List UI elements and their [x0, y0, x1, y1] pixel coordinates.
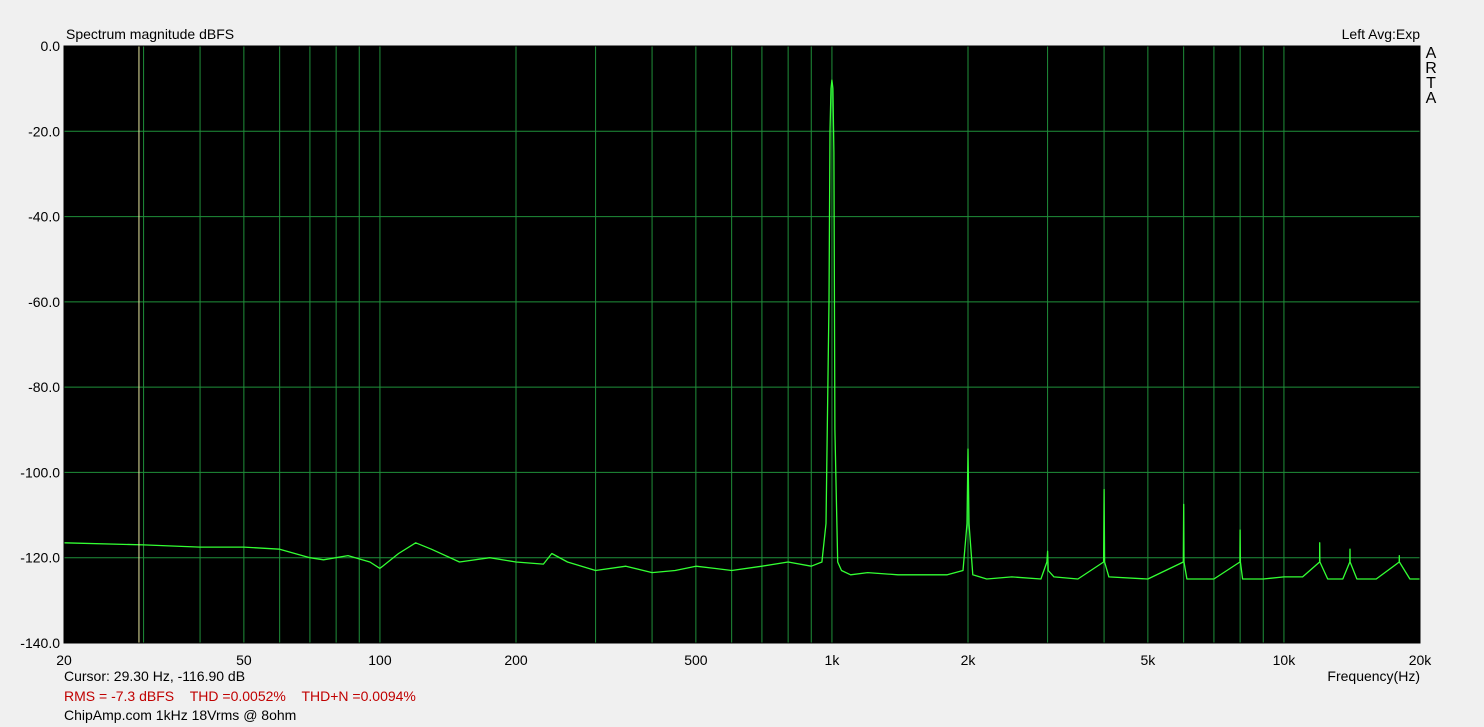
measurement-caption: ChipAmp.com 1kHz 18Vrms @ 8ohm: [64, 707, 297, 723]
x-tick-label: 10k: [1273, 652, 1297, 668]
x-tick-label: 50: [236, 652, 252, 668]
rms-readout: RMS = -7.3 dBFS: [64, 688, 175, 704]
x-tick-label: 1k: [825, 652, 841, 668]
y-tick-label: -140.0: [20, 635, 60, 651]
cursor-readout: Cursor: 29.30 Hz, -116.90 dB: [64, 668, 246, 684]
x-tick-label: 500: [684, 652, 708, 668]
y-tick-label: -80.0: [28, 379, 60, 395]
plot-area: [64, 46, 1420, 643]
x-tick-label: 20: [56, 652, 72, 668]
x-tick-label: 20k: [1409, 652, 1433, 668]
thdn-readout: THD+N =0.0094%: [301, 688, 416, 704]
spectrum-chart[interactable]: 0.0 -20.0 -40.0 -60.0 -80.0 -100.0 -120.0 -140.…: [0, 0, 1484, 727]
y-tick-label: -40.0: [28, 209, 60, 225]
y-tick-label: -60.0: [28, 294, 60, 310]
x-tick-label: 200: [504, 652, 528, 668]
y-tick-label: -20.0: [28, 123, 60, 139]
y-tick-label: -100.0: [20, 464, 60, 480]
y-tick-label: 0.0: [41, 38, 61, 54]
x-tick-label: 5k: [1140, 652, 1156, 668]
thd-readout: THD =0.0052%: [189, 688, 286, 704]
x-axis-label: Frequency(Hz): [1327, 668, 1420, 684]
x-tick-label: 100: [368, 652, 392, 668]
x-tick-label: 2k: [961, 652, 977, 668]
y-tick-label: -120.0: [20, 550, 60, 566]
measurement-stats: RMS = -7.3 dBFS THD =0.0052% THD+N =0.00…: [64, 688, 428, 704]
